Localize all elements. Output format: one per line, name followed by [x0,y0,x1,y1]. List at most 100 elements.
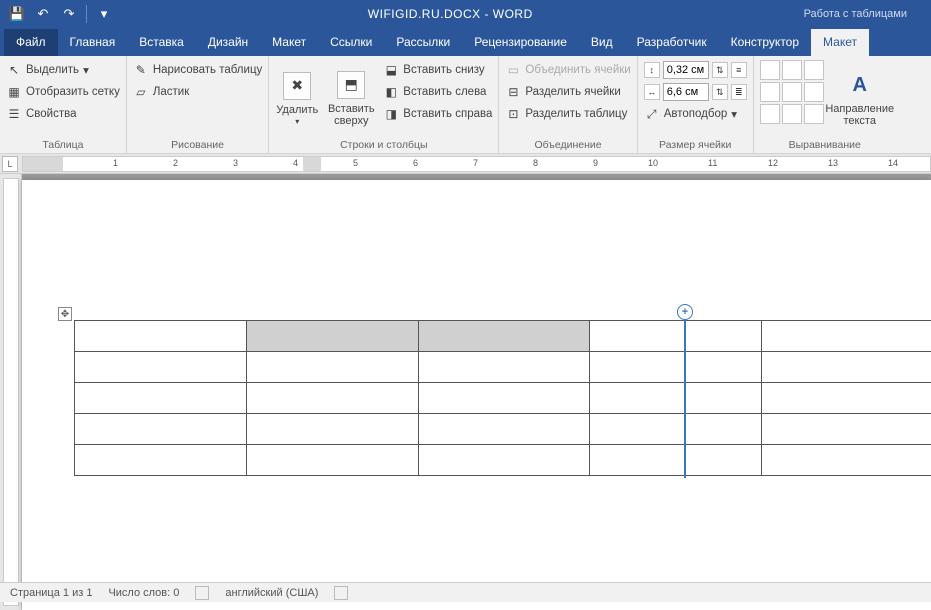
merge-icon: ▭ [505,62,521,78]
group-rows-columns: ✖ Удалить▾ ⬒ Вставить сверху ⬓Вставить с… [269,56,499,153]
text-direction-icon: A [846,71,874,99]
align-bl[interactable] [760,104,780,124]
align-tl[interactable] [760,60,780,80]
spellcheck-icon[interactable] [195,586,209,600]
align-bc[interactable] [782,104,802,124]
tab-insert[interactable]: Вставка [127,29,196,56]
document-page[interactable]: ✥ + [22,180,931,610]
align-mc[interactable] [782,82,802,102]
table-row [75,383,931,414]
qat-customize-icon[interactable]: ▾ [93,3,115,25]
select-button[interactable]: ↖Выделить ▾ [6,60,120,80]
align-tc[interactable] [782,60,802,80]
height-icon: ↕ [644,62,660,78]
draw-table-button[interactable]: ✎Нарисовать таблицу [133,60,262,80]
macro-icon[interactable] [334,586,348,600]
window-title: WIFIGID.RU.DOCX - WORD [115,7,786,21]
delete-icon: ✖ [283,72,311,100]
split-cells-button[interactable]: ⊟Разделить ячейки [505,82,630,102]
table-move-handle-icon[interactable]: ✥ [58,307,72,321]
group-cell-size: ↕ ⇅≡ ↔⇅≣ ⤢Автоподбор ▾ Размер ячейки [638,56,754,153]
align-br[interactable] [804,104,824,124]
tab-mailings[interactable]: Рассылки [384,29,462,56]
tab-layout[interactable]: Макет [260,29,318,56]
separator [86,5,87,23]
insert-below-icon: ⬓ [383,62,399,78]
eraser-icon: ▱ [133,84,149,100]
column-width-field[interactable]: ↔⇅≣ [644,82,747,102]
view-gridlines-button[interactable]: ▦Отобразить сетку [6,82,120,102]
table-row [75,352,931,383]
page-indicator[interactable]: Страница 1 из 1 [10,587,92,599]
word-count[interactable]: Число слов: 0 [108,587,179,599]
grid-icon: ▦ [6,84,22,100]
insert-column-indicator-icon[interactable]: + [677,304,693,320]
split-icon: ⊟ [505,84,521,100]
row-height-field[interactable]: ↕ ⇅≡ [644,60,747,80]
group-label: Объединение [505,138,630,151]
autofit-icon: ⤢ [644,106,660,122]
pencil-icon: ✎ [133,62,149,78]
ribbon: ↖Выделить ▾ ▦Отобразить сетку ☰Свойства … [0,56,931,154]
tab-view[interactable]: Вид [579,29,625,56]
vertical-ruler[interactable] [0,174,22,610]
group-draw: ✎Нарисовать таблицу ▱Ластик Рисование [127,56,269,153]
stepper-icon[interactable]: ⇅ [712,84,728,100]
autofit-button[interactable]: ⤢Автоподбор ▾ [644,104,747,124]
text-direction-button[interactable]: A Направление текста [830,60,890,138]
cursor-icon: ↖ [6,62,22,78]
tab-file[interactable]: Файл [4,29,58,56]
table-tools-label: Работа с таблицами [786,8,925,20]
insert-left-button[interactable]: ◧Вставить слева [383,82,492,102]
distribute-cols-icon[interactable]: ≣ [731,84,747,100]
tab-table-layout[interactable]: Макет [811,29,869,56]
group-label: Рисование [133,138,262,151]
distribute-rows-icon[interactable]: ≡ [731,62,747,78]
save-icon[interactable]: 💾 [6,3,28,25]
horizontal-ruler[interactable]: 1 2 3 4 5 6 7 8 9 10 11 12 13 14 [22,156,931,172]
selected-cell [246,321,418,352]
title-bar: 💾 ↶ ↷ ▾ WIFIGID.RU.DOCX - WORD Работа с … [0,0,931,28]
table-row [75,321,931,352]
tab-review[interactable]: Рецензирование [462,29,579,56]
align-mr[interactable] [804,82,824,102]
group-merge: ▭Объединить ячейки ⊟Разделить ячейки ⊡Ра… [499,56,637,153]
insert-right-icon: ◨ [383,106,399,122]
align-ml[interactable] [760,82,780,102]
split-table-icon: ⊡ [505,106,521,122]
align-tr[interactable] [804,60,824,80]
table-row [75,414,931,445]
insert-left-icon: ◧ [383,84,399,100]
tab-home[interactable]: Главная [58,29,128,56]
undo-icon[interactable]: ↶ [32,3,54,25]
tab-table-design[interactable]: Конструктор [719,29,811,56]
alignment-grid [760,60,824,138]
eraser-button[interactable]: ▱Ластик [133,82,262,102]
group-table: ↖Выделить ▾ ▦Отобразить сетку ☰Свойства … [0,56,127,153]
ruler-corner-icon[interactable]: L [2,156,18,172]
insert-above-icon: ⬒ [337,71,365,99]
table-row [75,445,931,476]
group-label: Выравнивание [760,138,890,151]
group-label: Строки и столбцы [275,138,492,151]
merge-cells-button: ▭Объединить ячейки [505,60,630,80]
document-table[interactable] [74,320,931,476]
group-alignment: A Направление текста Выравнивание [754,56,896,153]
insert-above-button[interactable]: ⬒ Вставить сверху [325,60,377,138]
stepper-icon[interactable]: ⇅ [712,62,728,78]
delete-button[interactable]: ✖ Удалить▾ [275,60,319,138]
insert-below-button[interactable]: ⬓Вставить снизу [383,60,492,80]
group-label: Размер ячейки [644,138,747,151]
document-area: ✥ + [0,174,931,610]
tab-developer[interactable]: Разработчик [625,29,719,56]
tab-design[interactable]: Дизайн [196,29,260,56]
properties-button[interactable]: ☰Свойства [6,104,120,124]
status-bar: Страница 1 из 1 Число слов: 0 английский… [0,582,931,602]
language-indicator[interactable]: английский (США) [225,587,318,599]
quick-access-toolbar: 💾 ↶ ↷ ▾ [6,3,115,25]
redo-icon[interactable]: ↷ [58,3,80,25]
insert-right-button[interactable]: ◨Вставить справа [383,104,492,124]
group-label: Таблица [6,138,120,151]
tab-references[interactable]: Ссылки [318,29,384,56]
split-table-button[interactable]: ⊡Разделить таблицу [505,104,630,124]
